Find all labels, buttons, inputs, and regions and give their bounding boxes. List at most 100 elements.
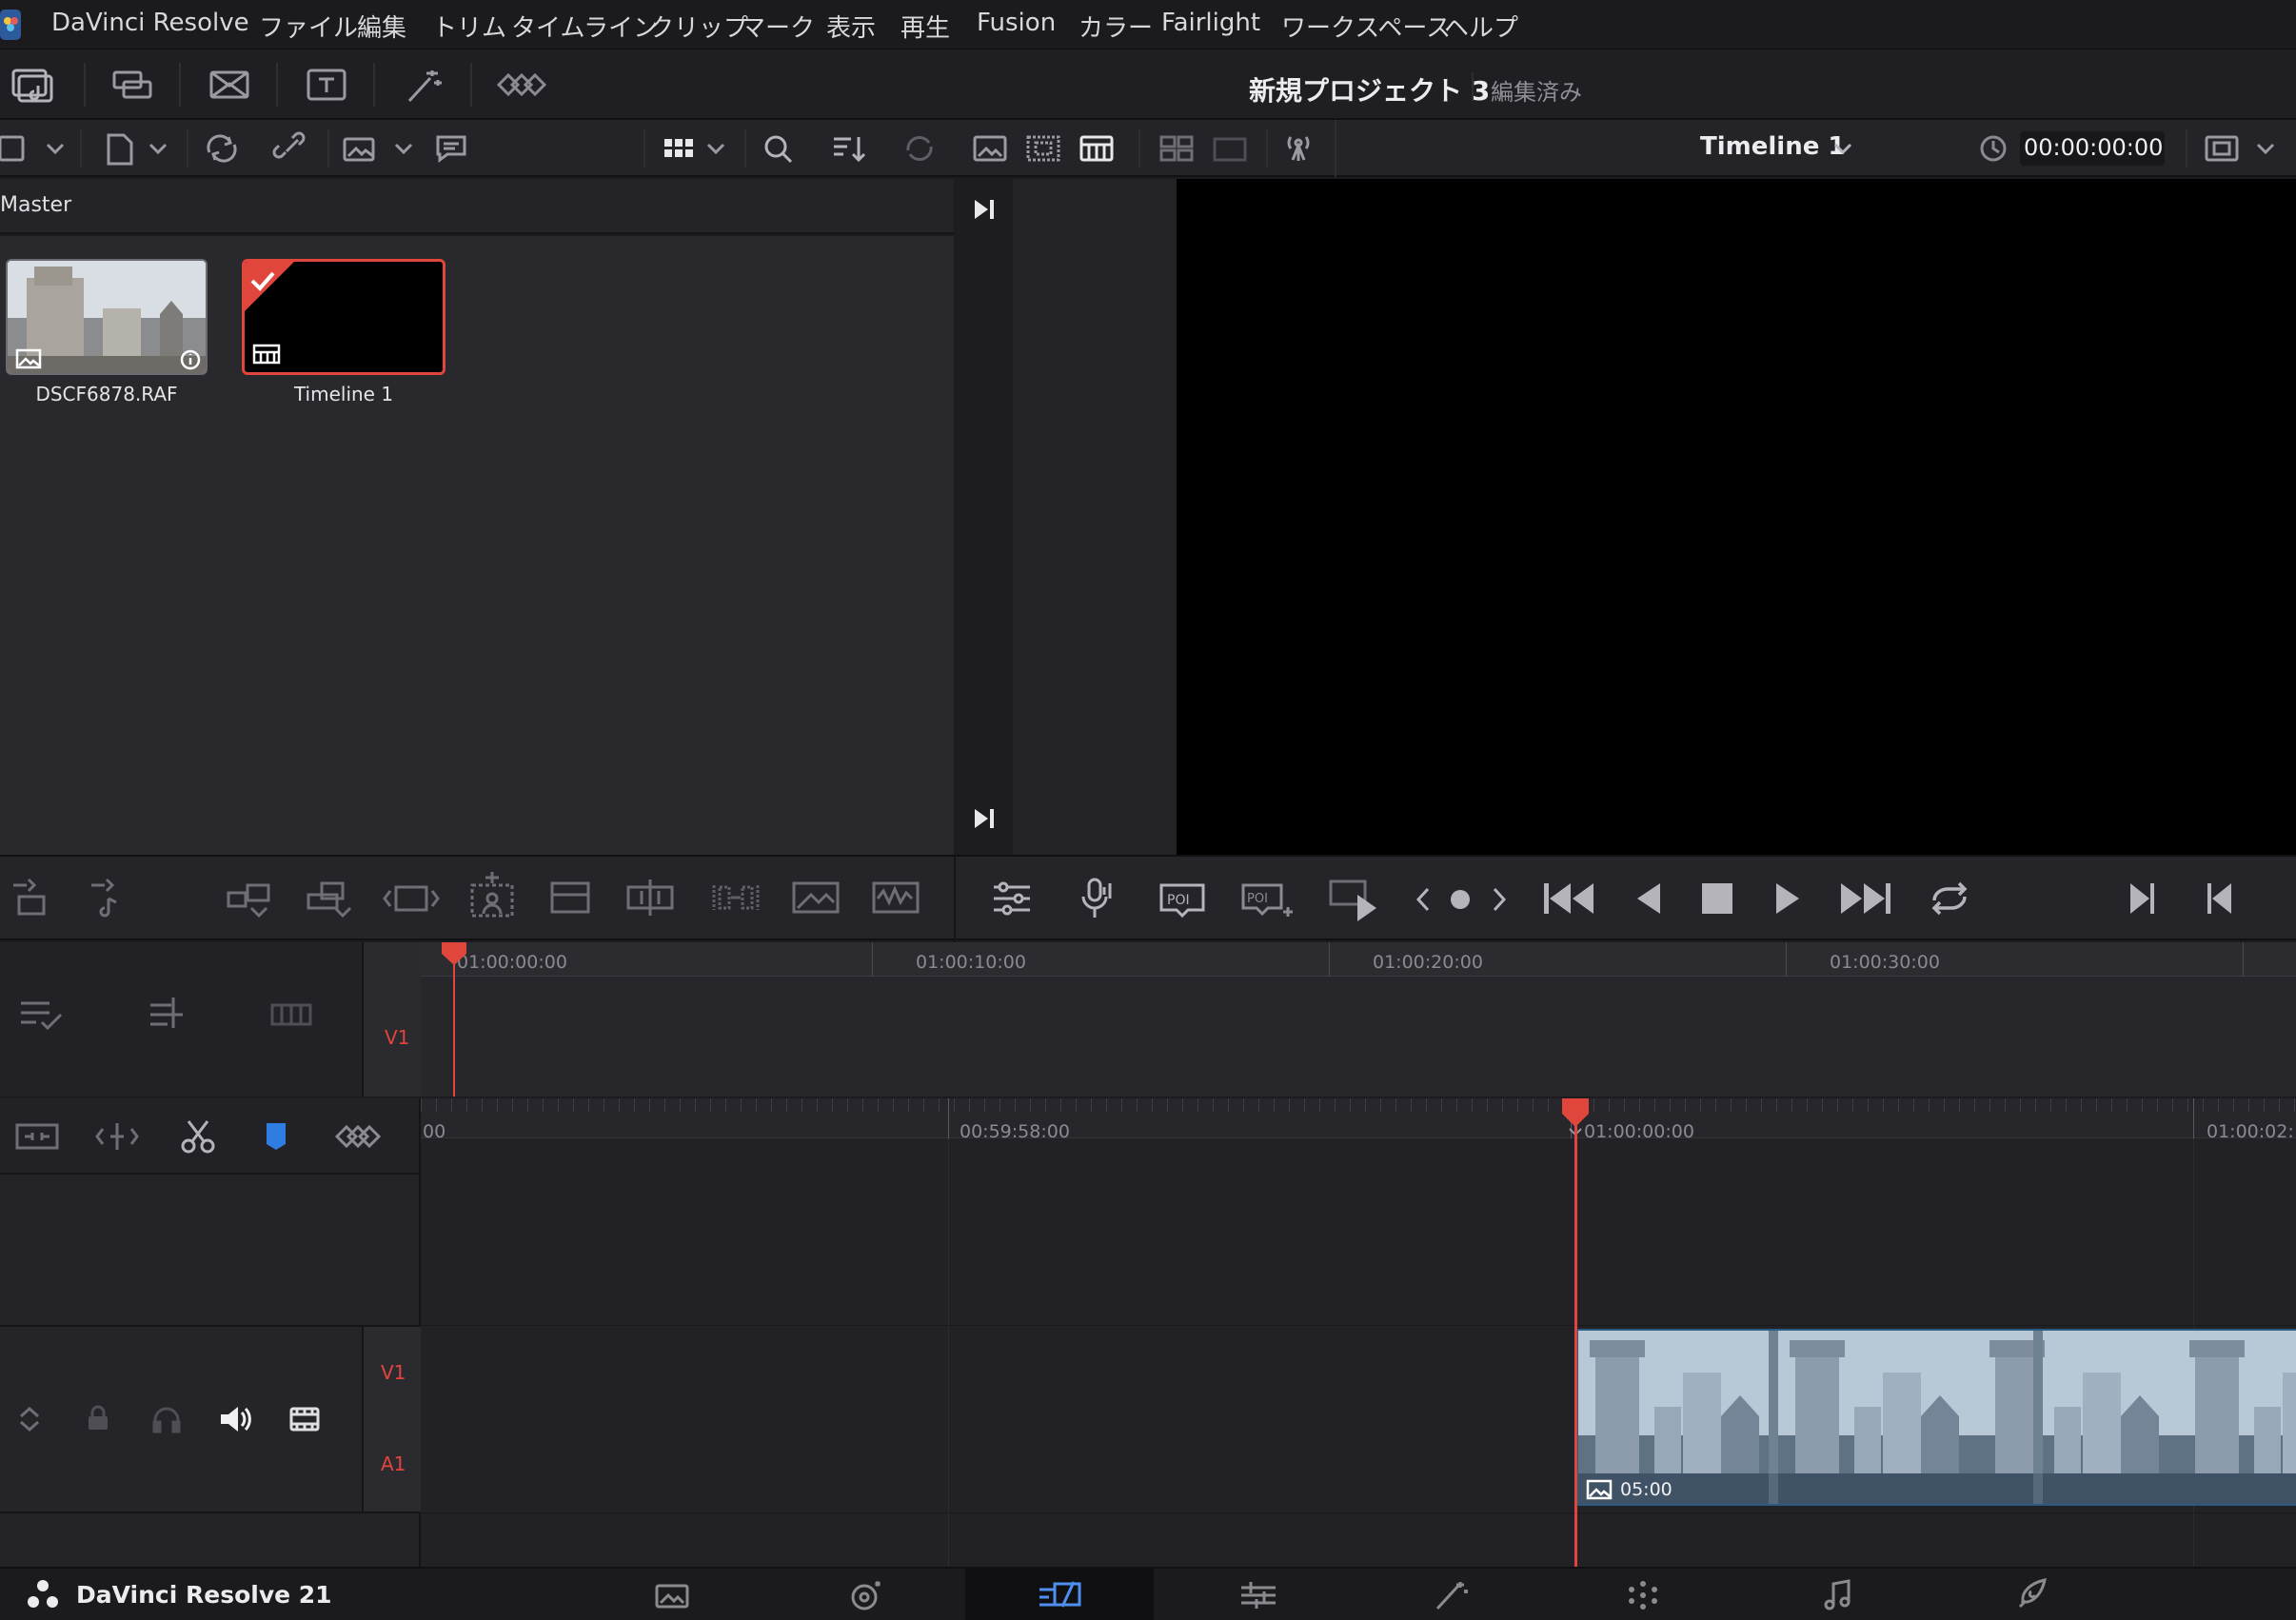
- viewer-canvas[interactable]: [1177, 179, 2296, 855]
- menu-file[interactable]: ファイル: [259, 9, 358, 44]
- speaker-icon[interactable]: [217, 1403, 253, 1435]
- mixer-settings-icon[interactable]: [990, 879, 1034, 918]
- overwrite-clip-icon[interactable]: [305, 876, 356, 919]
- titles-icon[interactable]: [303, 65, 350, 105]
- detail-zoom-icon[interactable]: [95, 1119, 139, 1154]
- color-page-icon[interactable]: [1430, 1578, 1472, 1612]
- mark-out-icon[interactable]: [2205, 879, 2235, 918]
- menu-timeline[interactable]: タイムライン: [511, 9, 658, 44]
- metadata-icon[interactable]: [432, 131, 470, 166]
- upper-playhead[interactable]: [440, 942, 468, 1096]
- poi-icon[interactable]: POI: [1158, 876, 1207, 921]
- effects-library-icon[interactable]: [109, 65, 156, 105]
- fit-to-fill-icon[interactable]: [710, 876, 762, 919]
- unlink-icon[interactable]: [272, 131, 312, 166]
- menu-trim[interactable]: トリム: [432, 9, 506, 44]
- timeline-dropdown-icon[interactable]: [1831, 137, 1854, 160]
- menu-view[interactable]: 表示: [826, 9, 876, 44]
- timeline-viewer-icon[interactable]: [1078, 131, 1116, 166]
- menu-fusion[interactable]: Fusion: [977, 9, 1056, 37]
- mark-in-icon[interactable]: [2127, 879, 2157, 918]
- menu-clip[interactable]: クリップ: [649, 9, 748, 44]
- lock-track-icon[interactable]: [82, 1403, 114, 1435]
- search-icon[interactable]: [760, 131, 798, 166]
- add-poi-icon[interactable]: POI: [1239, 876, 1293, 921]
- lower-track-v1[interactable]: V1: [381, 1361, 406, 1384]
- upper-timeline[interactable]: 01:00:00:00 01:00:10:00 01:00:20:00 01:0…: [421, 942, 2296, 1096]
- lower-track-a1[interactable]: A1: [381, 1452, 406, 1475]
- play-reverse-icon[interactable]: [1632, 879, 1666, 918]
- import-media-icon[interactable]: [103, 131, 169, 166]
- timecode-clock-icon[interactable]: [1978, 133, 2009, 164]
- append-end-icon[interactable]: [790, 876, 841, 919]
- upper-ruler[interactable]: [421, 942, 2296, 977]
- mark-point-icon[interactable]: [1447, 885, 1474, 914]
- ripple-overwrite-icon[interactable]: [624, 876, 676, 919]
- deliver-page-icon[interactable]: [2012, 1576, 2050, 1614]
- clip-thumbnail[interactable]: [6, 259, 208, 375]
- media-pool-icon[interactable]: [10, 65, 57, 105]
- audio-track-zoom-icon[interactable]: [268, 994, 316, 1032]
- insert-audio-icon[interactable]: [86, 876, 128, 919]
- skip-to-start-icon[interactable]: [1542, 879, 1597, 918]
- play-around-icon[interactable]: [1325, 876, 1384, 923]
- replace-clip-icon[interactable]: [383, 876, 440, 919]
- lower-playhead[interactable]: [1559, 1098, 1592, 1567]
- insert-video-icon[interactable]: [8, 876, 49, 919]
- menu-workspace[interactable]: ワークスペース: [1281, 9, 1451, 44]
- menu-edit[interactable]: 編集: [357, 9, 406, 44]
- edit-page-icon[interactable]: [1038, 1578, 1083, 1612]
- insert-clip-icon[interactable]: [225, 876, 276, 919]
- cinema-mode-icon[interactable]: [1211, 131, 1249, 166]
- timeline-options-icon[interactable]: [19, 996, 65, 1034]
- timeline-clip[interactable]: 05:00: [1576, 1329, 2296, 1506]
- panel-toggle-icon[interactable]: [0, 133, 67, 164]
- headphones-icon[interactable]: [150, 1403, 183, 1435]
- cut-page-icon[interactable]: [845, 1578, 887, 1612]
- thumbnail-view-icon[interactable]: [659, 131, 731, 166]
- fit-timeline-icon[interactable]: [13, 1119, 61, 1154]
- app-logo-icon[interactable]: [0, 8, 23, 42]
- upper-track-v1[interactable]: V1: [385, 1026, 409, 1049]
- menu-color[interactable]: カラー: [1079, 9, 1153, 44]
- microphone-icon[interactable]: [1078, 876, 1116, 921]
- flag-icon[interactable]: [261, 1117, 291, 1156]
- stop-icon[interactable]: [1700, 881, 1734, 916]
- viewer-size-icon[interactable]: [2203, 133, 2279, 164]
- keyframe-marker-icon[interactable]: [333, 1117, 383, 1156]
- loop-icon[interactable]: [1925, 878, 1974, 919]
- fusion-page-icon[interactable]: [1237, 1578, 1279, 1612]
- go-to-start-icon[interactable]: [971, 805, 998, 832]
- razor-icon[interactable]: [179, 1117, 217, 1156]
- append-icon[interactable]: [548, 876, 592, 919]
- play-icon[interactable]: [1771, 879, 1805, 918]
- fairlight-dots-icon[interactable]: [1624, 1578, 1662, 1612]
- media-page-icon[interactable]: [653, 1580, 691, 1610]
- keyframes-icon[interactable]: [493, 65, 546, 105]
- skip-to-end-icon[interactable]: [1837, 879, 1892, 918]
- timeline-thumbnail[interactable]: [242, 259, 445, 375]
- menu-mark[interactable]: マーク: [741, 9, 815, 44]
- edit-index-icon[interactable]: [206, 65, 253, 105]
- track-height-icon[interactable]: [13, 1403, 46, 1435]
- place-on-top-icon[interactable]: [466, 872, 518, 923]
- music-page-icon[interactable]: [1820, 1578, 1854, 1612]
- timecode-display[interactable]: 00:00:00:00: [2020, 131, 2165, 166]
- magic-wand-icon[interactable]: [400, 65, 447, 105]
- track-view-icon[interactable]: [287, 1403, 322, 1435]
- waveform-icon[interactable]: [870, 876, 921, 919]
- refresh-icon[interactable]: [901, 131, 939, 166]
- viewer-timeline-name[interactable]: Timeline 1: [1700, 132, 1845, 161]
- menu-playback[interactable]: 再生: [901, 9, 950, 44]
- prev-mark-icon[interactable]: [1411, 885, 1437, 914]
- source-timeline-icon[interactable]: [1024, 131, 1062, 166]
- lower-timeline[interactable]: 00 00:59:58:00 01:00:00:00 01:00:02: 05:…: [421, 1098, 2296, 1567]
- menu-help[interactable]: ヘルプ: [1444, 9, 1518, 44]
- broadcast-icon[interactable]: [1279, 131, 1317, 166]
- menu-app[interactable]: DaVinci Resolve: [51, 9, 249, 37]
- timeline-tracks-icon[interactable]: [147, 994, 190, 1032]
- bin-name[interactable]: Master: [0, 193, 71, 217]
- sort-icon[interactable]: [830, 131, 868, 166]
- smart-bin-icon[interactable]: [343, 131, 419, 166]
- menu-fairlight[interactable]: Fairlight: [1161, 9, 1260, 37]
